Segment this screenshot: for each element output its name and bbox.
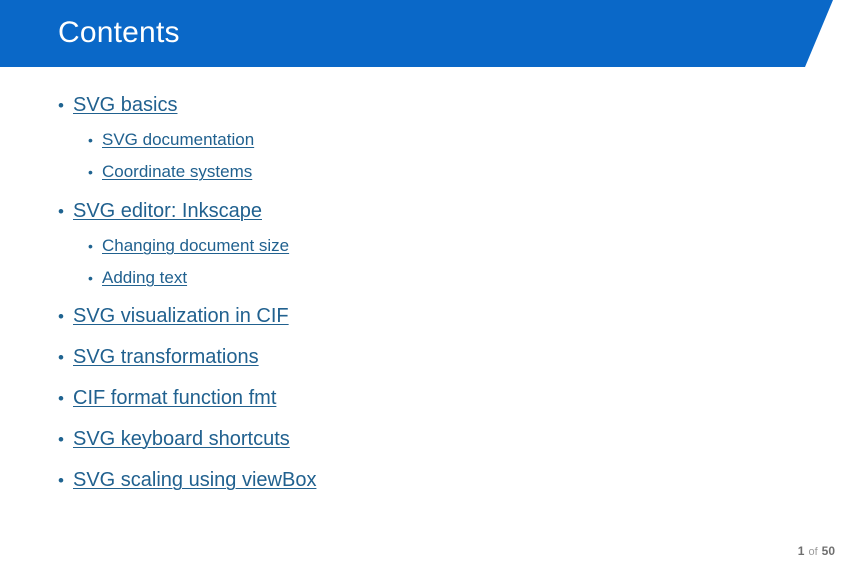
toc-link[interactable]: Adding text bbox=[102, 268, 187, 288]
toc-link[interactable]: SVG transformations bbox=[73, 346, 259, 369]
toc-link[interactable]: SVG visualization in CIF bbox=[73, 305, 289, 328]
toc-item-level-2[interactable]: • Adding text bbox=[88, 268, 187, 288]
toc-item-level-2[interactable]: • SVG documentation bbox=[88, 130, 254, 150]
toc-link[interactable]: SVG basics bbox=[73, 94, 177, 117]
toc-item-level-2[interactable]: • Coordinate systems bbox=[88, 162, 252, 182]
bullet-icon: • bbox=[58, 430, 64, 449]
toc-link[interactable]: SVG scaling using viewBox bbox=[73, 469, 316, 492]
toc-item-level-1[interactable]: • SVG visualization in CIF bbox=[58, 305, 289, 328]
toc-link[interactable]: SVG documentation bbox=[102, 130, 254, 150]
bullet-icon: • bbox=[58, 307, 64, 326]
footer-separator: of bbox=[808, 546, 818, 558]
footer-total-pages: 50 bbox=[821, 544, 835, 558]
bullet-icon: • bbox=[58, 348, 64, 367]
toc-item-level-1[interactable]: • SVG basics bbox=[58, 94, 177, 117]
toc-item-level-1[interactable]: • SVG transformations bbox=[58, 346, 259, 369]
toc-link[interactable]: SVG keyboard shortcuts bbox=[73, 428, 290, 451]
slide-content: • SVG basics • SVG documentation • Coordinate… bbox=[0, 67, 850, 527]
bullet-icon: • bbox=[58, 389, 64, 408]
slide: Contents • SVG basics • SVG documentation • C… bbox=[0, 0, 850, 567]
toc-link[interactable]: SVG editor: Inkscape bbox=[73, 200, 262, 223]
bullet-icon: • bbox=[58, 96, 64, 115]
slide-header: Contents bbox=[0, 0, 850, 67]
toc-link[interactable]: Coordinate systems bbox=[102, 162, 252, 182]
bullet-icon: • bbox=[58, 202, 64, 221]
toc-item-level-2[interactable]: • Changing document size bbox=[88, 236, 289, 256]
toc-link[interactable]: Changing document size bbox=[102, 236, 289, 256]
bullet-icon: • bbox=[88, 164, 93, 180]
toc-item-level-1[interactable]: • SVG editor: Inkscape bbox=[58, 200, 262, 223]
toc-item-level-1[interactable]: • SVG keyboard shortcuts bbox=[58, 428, 290, 451]
bullet-icon: • bbox=[88, 270, 93, 286]
bullet-icon: • bbox=[58, 471, 64, 490]
toc-link[interactable]: CIF format function fmt bbox=[73, 387, 276, 410]
toc-item-level-1[interactable]: • CIF format function fmt bbox=[58, 387, 276, 410]
footer-current-page: 1 bbox=[797, 544, 805, 558]
slide-footer: 1 of 50 bbox=[798, 544, 835, 558]
toc-item-level-1[interactable]: • SVG scaling using viewBox bbox=[58, 469, 316, 492]
page-title: Contents bbox=[58, 16, 180, 49]
bullet-icon: • bbox=[88, 238, 93, 254]
bullet-icon: • bbox=[88, 132, 93, 148]
